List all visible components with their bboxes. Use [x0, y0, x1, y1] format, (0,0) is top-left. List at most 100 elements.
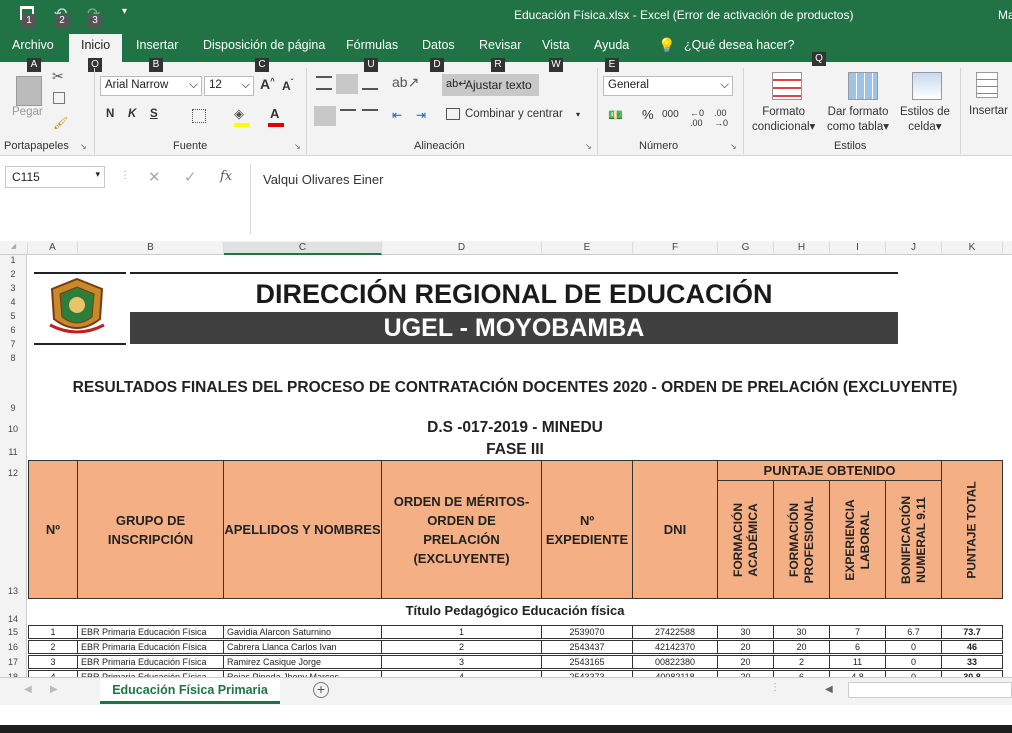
column-header-c[interactable]: C: [224, 242, 382, 255]
cell-experiencia[interactable]: 4.8: [829, 670, 886, 677]
cell-formacion-profesional[interactable]: 6: [773, 670, 830, 677]
decrease-decimal-icon[interactable]: .00 →0: [714, 108, 728, 128]
row-header-15[interactable]: 15: [0, 627, 26, 637]
cell-formacion-profesional[interactable]: 20: [773, 640, 830, 654]
number-format-combo[interactable]: General ⌵: [603, 76, 733, 96]
cell-expediente[interactable]: 2539070: [541, 625, 633, 639]
scroll-left-icon[interactable]: ◀: [825, 684, 833, 695]
align-right-icon[interactable]: [362, 109, 378, 123]
cell-order[interactable]: 3: [381, 655, 542, 669]
column-header-f[interactable]: F: [633, 242, 718, 255]
shrink-font-icon[interactable]: Aˇ: [282, 78, 293, 93]
sheet-tab-active[interactable]: Educación Física Primaria: [100, 678, 280, 704]
cell-formacion-academica[interactable]: 20: [717, 655, 774, 669]
horizontal-scrollbar[interactable]: [848, 682, 1012, 698]
cell-dni[interactable]: 40082118: [632, 670, 718, 677]
row-header-13[interactable]: 13: [0, 586, 26, 596]
column-header-h[interactable]: H: [774, 242, 830, 255]
tab-disposicion[interactable]: Disposición de página: [203, 38, 325, 52]
font-launcher-icon[interactable]: ↘: [294, 142, 301, 151]
cell-expediente[interactable]: 2543437: [541, 640, 633, 654]
cell-order[interactable]: 2: [381, 640, 542, 654]
bold-button[interactable]: N: [106, 108, 114, 120]
row-header-1[interactable]: 1: [0, 255, 26, 265]
cell-experiencia[interactable]: 6: [829, 640, 886, 654]
cell-bonificacion[interactable]: 6.7: [885, 625, 942, 639]
paste-button[interactable]: Pegar: [12, 106, 43, 118]
tab-vista[interactable]: Vista: [542, 38, 570, 52]
next-sheet-icon[interactable]: ▶: [50, 684, 58, 695]
insert-function-button[interactable]: fx: [220, 169, 232, 184]
insert-cells-button[interactable]: Insertar: [969, 105, 1008, 117]
row-header-11[interactable]: 11: [0, 447, 26, 457]
column-header-i[interactable]: I: [830, 242, 886, 255]
column-header-d[interactable]: D: [382, 242, 542, 255]
user-name[interactable]: Ma: [998, 8, 1012, 22]
percent-button[interactable]: %: [642, 107, 654, 122]
cancel-icon[interactable]: ✕: [148, 168, 161, 186]
format-painter-icon[interactable]: 🖌: [53, 116, 68, 130]
merge-center-button[interactable]: Combinar y centrar: [465, 108, 563, 120]
row-header-8[interactable]: 8: [0, 353, 26, 363]
prev-sheet-icon[interactable]: ◀: [24, 684, 32, 695]
cell-formacion-profesional[interactable]: 30: [773, 625, 830, 639]
number-launcher-icon[interactable]: ↘: [730, 142, 737, 151]
cell-group[interactable]: EBR Primaria Educación Física: [77, 655, 224, 669]
row-header-17[interactable]: 17: [0, 657, 26, 667]
column-header-j[interactable]: J: [886, 242, 942, 255]
cell-name[interactable]: Gavidia Alarcon Saturnino: [223, 625, 382, 639]
cell-number[interactable]: 2: [28, 640, 78, 654]
cell-styles-icon[interactable]: [912, 72, 942, 100]
thousands-button[interactable]: 000: [662, 109, 679, 120]
cell-bonificacion[interactable]: 0: [885, 640, 942, 654]
tab-archivo[interactable]: Archivo: [12, 38, 54, 52]
row-header-10[interactable]: 10: [0, 424, 26, 434]
cell-formacion-academica[interactable]: 20: [717, 670, 774, 677]
select-all-corner[interactable]: ◢: [0, 242, 28, 255]
font-name-combo[interactable]: Arial Narrow ⌵: [100, 76, 202, 96]
cell-total[interactable]: 33: [941, 655, 1003, 669]
conditional-format-icon[interactable]: [772, 72, 802, 100]
cell-formacion-academica[interactable]: 30: [717, 625, 774, 639]
tab-formulas[interactable]: Fórmulas: [346, 38, 398, 52]
alignment-launcher-icon[interactable]: ↘: [585, 142, 592, 151]
conditional-format-button[interactable]: Formato condicional▾: [752, 105, 815, 135]
copy-icon[interactable]: [53, 92, 65, 104]
increase-decimal-icon[interactable]: ←0.00: [690, 108, 704, 128]
column-header-k[interactable]: K: [942, 242, 1003, 255]
cut-icon[interactable]: ✂: [52, 68, 64, 85]
row-header-14[interactable]: 14: [0, 614, 26, 624]
cell-expediente[interactable]: 2543373: [541, 670, 633, 677]
row-header-9[interactable]: 9: [0, 403, 26, 413]
tab-datos[interactable]: Datos: [422, 38, 455, 52]
increase-indent-icon[interactable]: ⇥: [416, 108, 426, 122]
cell-number[interactable]: 3: [28, 655, 78, 669]
customize-qat-icon[interactable]: ▾: [122, 6, 127, 17]
cell-number[interactable]: 1: [28, 625, 78, 639]
column-header-g[interactable]: G: [718, 242, 774, 255]
cell-formacion-academica[interactable]: 20: [717, 640, 774, 654]
enter-icon[interactable]: ✓: [184, 168, 197, 186]
format-as-table-icon[interactable]: [848, 72, 878, 100]
cell-dni[interactable]: 00822380: [632, 655, 718, 669]
cell-formacion-profesional[interactable]: 2: [773, 655, 830, 669]
column-header-a[interactable]: A: [28, 242, 78, 255]
row-header-2[interactable]: 2: [0, 269, 26, 279]
cell-experiencia[interactable]: 7: [829, 625, 886, 639]
cell-bonificacion[interactable]: 0: [885, 670, 942, 677]
cell-name[interactable]: Rojas Pineda Jhony Marcos: [223, 670, 382, 677]
cell-total[interactable]: 73.7: [941, 625, 1003, 639]
decrease-indent-icon[interactable]: ⇤: [392, 108, 402, 122]
tell-me-search[interactable]: ¿Qué desea hacer?: [684, 38, 795, 52]
cell-styles-button[interactable]: Estilos de celda▾: [900, 105, 950, 135]
align-bottom-icon[interactable]: [362, 76, 378, 90]
worksheet-grid[interactable]: DIRECCIÓN REGIONAL DE EDUCACIÓN UGEL - M…: [28, 255, 1012, 677]
align-center-icon[interactable]: [340, 109, 356, 123]
merge-icon[interactable]: [446, 108, 460, 120]
align-left-icon[interactable]: [314, 106, 336, 126]
tab-revisar[interactable]: Revisar: [479, 38, 521, 52]
grow-font-icon[interactable]: A^: [260, 76, 275, 92]
cell-experiencia[interactable]: 11: [829, 655, 886, 669]
cell-order[interactable]: 1: [381, 625, 542, 639]
format-as-table-button[interactable]: Dar formato como tabla▾: [827, 105, 889, 135]
